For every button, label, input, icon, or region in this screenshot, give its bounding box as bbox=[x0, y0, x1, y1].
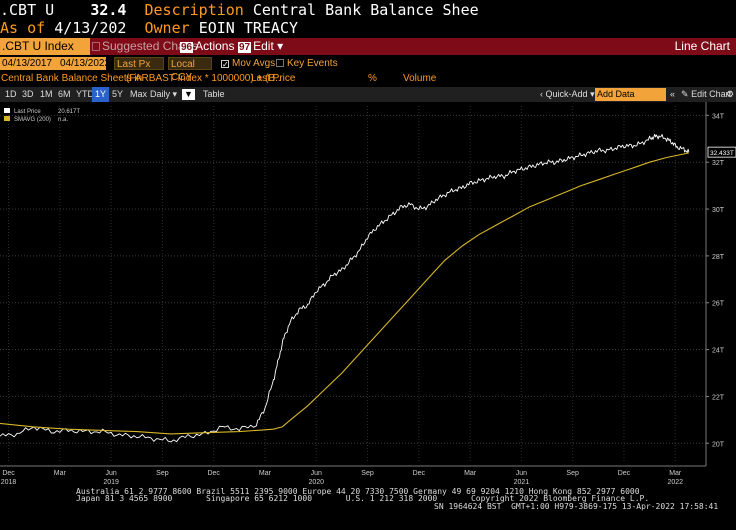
frequency-select[interactable]: Daily ▾ bbox=[150, 87, 177, 102]
legend-name: SMAVG (200) bbox=[14, 117, 51, 123]
y-tick-label: 32T bbox=[712, 160, 725, 167]
chevron-down-icon: ▾ bbox=[590, 89, 595, 99]
x-tick-label: Jun bbox=[311, 470, 322, 477]
collapse-arrow-icon[interactable]: ▼ bbox=[182, 89, 195, 100]
checkbox-checked-icon: ✓ bbox=[221, 60, 229, 69]
period-bar: 1D 3D 1M 6M YTD 1Y 5Y Max Daily ▾ ▼ Tabl… bbox=[0, 87, 736, 102]
description-value: Central Bank Balance Shee bbox=[252, 1, 479, 19]
x-tick-label: Dec bbox=[618, 470, 631, 477]
prev-arrows-icon[interactable]: « bbox=[670, 87, 675, 102]
ticker-label: .CBT U bbox=[0, 1, 55, 19]
arrow-icon: ‹ bbox=[540, 89, 543, 99]
y-tick-label: 22T bbox=[712, 394, 725, 401]
footer-session: SN 1964624 BST GMT+1:00 H979-3869-175 13… bbox=[434, 502, 719, 511]
legend-name: Last Price bbox=[14, 109, 41, 115]
chart-icon bbox=[92, 42, 100, 51]
actions-menu[interactable]: 96Actions ▾ bbox=[180, 38, 244, 55]
x-year-label: 2022 bbox=[667, 479, 683, 486]
owner-label: Owner bbox=[144, 19, 190, 37]
period-5y[interactable]: 5Y bbox=[112, 87, 123, 102]
key-events-label: Key Events bbox=[287, 58, 338, 69]
chart-type-title: Line Chart bbox=[674, 39, 730, 53]
x-tick-label: Jun bbox=[105, 470, 116, 477]
period-max[interactable]: Max bbox=[130, 87, 147, 102]
table-button[interactable]: Table bbox=[203, 87, 225, 102]
asof-label: As of bbox=[0, 19, 46, 37]
x-tick-label: Mar bbox=[464, 470, 477, 477]
percent-label: % bbox=[368, 73, 377, 84]
x-year-label: 2021 bbox=[514, 479, 530, 486]
currency-select[interactable]: Local CCY bbox=[168, 57, 212, 83]
x-tick-label: Dec bbox=[2, 470, 15, 477]
price-field-select[interactable]: Last Px bbox=[114, 57, 164, 70]
line-chart[interactable]: 34T 32T 30T 28T 26T 24T 22T 20T Dec 2018 Mar Jun 201… bbox=[0, 102, 736, 486]
y-tick-label: 20T bbox=[712, 441, 725, 448]
chevron-down-icon: ▾ bbox=[172, 89, 178, 99]
asof-value: 4/13/202 bbox=[54, 19, 127, 37]
period-1y[interactable]: 1Y bbox=[92, 87, 110, 102]
mov-avgs-label: Mov Avgs bbox=[232, 58, 276, 69]
edit-menu[interactable]: 97 Edit ▾ bbox=[238, 38, 283, 55]
x-tick-label: Sep bbox=[156, 470, 169, 477]
x-tick-label: Dec bbox=[207, 470, 220, 477]
chevron-down-icon: ▾ bbox=[277, 39, 284, 53]
quick-add-menu[interactable]: ‹ Quick-Add ▾ bbox=[540, 87, 595, 102]
add-data-input[interactable]: Add Data bbox=[595, 88, 666, 101]
x-tick-label: Sep bbox=[361, 470, 374, 477]
x-tick-label: Mar bbox=[669, 470, 682, 477]
x-tick-label: Sep bbox=[566, 470, 579, 477]
y-tick-label: 30T bbox=[712, 207, 725, 214]
y-tick-label: 26T bbox=[712, 301, 725, 308]
description-label: Description bbox=[144, 1, 244, 19]
frequency-label: Daily bbox=[150, 89, 171, 99]
y-tick-label: 24T bbox=[712, 348, 725, 355]
x-tick-label: Jun bbox=[516, 470, 527, 477]
mov-avgs-toggle[interactable]: ✓ Mov Avgs bbox=[221, 57, 275, 70]
x-tick-label: Mar bbox=[54, 470, 67, 477]
last-price-label: Last Price bbox=[251, 73, 296, 84]
period-1d[interactable]: 1D bbox=[5, 87, 17, 102]
chart-background bbox=[0, 102, 736, 486]
edit-label: Edit bbox=[253, 39, 274, 53]
series-info-row: Central Bank Balance Sheets in (FARBAST … bbox=[0, 72, 736, 86]
last-value-label: 32.433T bbox=[710, 150, 734, 157]
quick-add-label: Quick-Add bbox=[545, 89, 588, 99]
y-tick-label: 28T bbox=[712, 254, 725, 261]
volume-label: Volume bbox=[403, 73, 437, 84]
start-date-field[interactable]: 04/13/2017 bbox=[0, 57, 60, 70]
series-title: Central Bank Balance Sheets in bbox=[1, 73, 143, 84]
x-tick-label: Dec bbox=[413, 470, 426, 477]
x-year-label: 2020 bbox=[308, 479, 324, 486]
key-events-toggle[interactable]: Key Events bbox=[276, 57, 338, 70]
parameter-row: 04/13/2017 - 04/13/2022 Last Px Local CC… bbox=[0, 56, 736, 83]
y-tick-label: 34T bbox=[712, 113, 725, 120]
edit-number: 97 bbox=[238, 42, 252, 53]
owner-value: EOIN TREACY bbox=[198, 19, 299, 37]
legend-value: 20.617T bbox=[58, 109, 80, 115]
x-tick-label: Mar bbox=[259, 470, 272, 477]
x-year-label: 2018 bbox=[1, 479, 17, 486]
security-header: .CBT U 32.4 Description Central Bank Bal… bbox=[0, 1, 736, 19]
legend-swatch bbox=[4, 108, 10, 113]
checkbox-icon bbox=[276, 59, 284, 67]
security-field[interactable]: .CBT U Index bbox=[0, 38, 90, 55]
edit-chart-button[interactable]: ✎ Edit Chart bbox=[681, 87, 731, 102]
gear-icon[interactable]: ⚙ bbox=[726, 87, 734, 102]
x-year-label: 2019 bbox=[103, 479, 119, 486]
period-1m[interactable]: 1M bbox=[40, 87, 53, 102]
footer: Australia 61 2 9777 8600 Brazil 5511 239… bbox=[0, 486, 736, 530]
pencil-icon: ✎ bbox=[681, 89, 689, 99]
actions-label: Actions bbox=[195, 39, 235, 53]
function-toolbar: .CBT U Index Suggested Charts 96 Actions … bbox=[0, 38, 736, 55]
period-3d[interactable]: 3D bbox=[22, 87, 34, 102]
last-value: 32.4 bbox=[90, 1, 127, 19]
actions-number: 96 bbox=[180, 42, 194, 53]
period-6m[interactable]: 6M bbox=[58, 87, 71, 102]
legend-swatch bbox=[4, 116, 10, 121]
legend-value: n.a. bbox=[58, 117, 68, 123]
asof-header: As of 4/13/202 Owner EOIN TREACY bbox=[0, 19, 736, 37]
end-date-field[interactable]: 04/13/2022 bbox=[58, 57, 110, 70]
